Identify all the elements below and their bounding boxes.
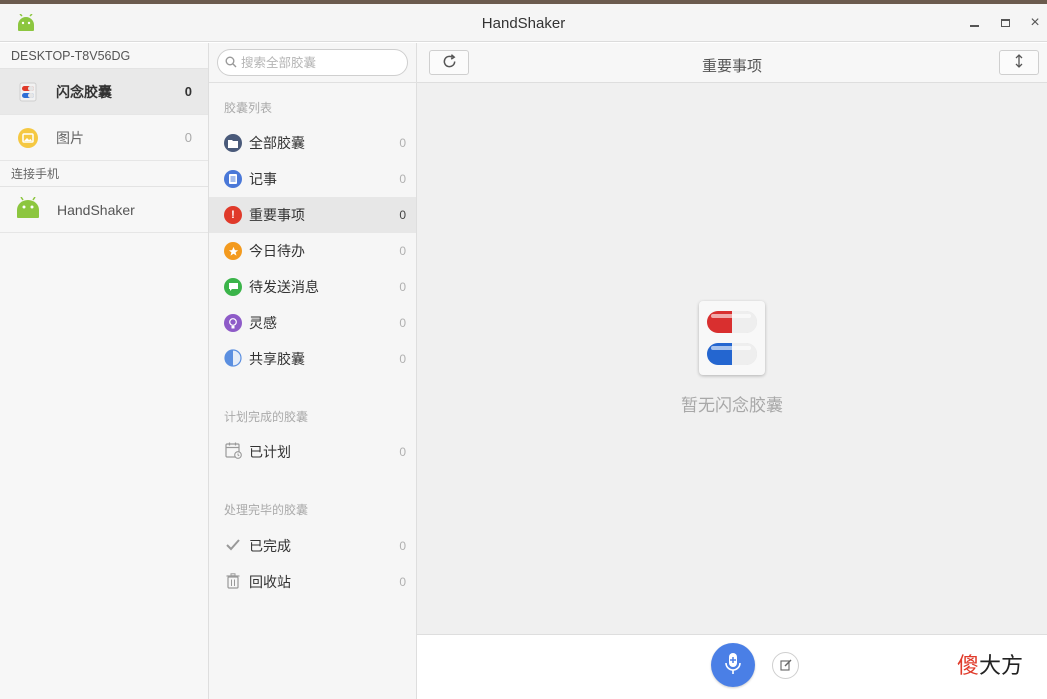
capsule-item-trash[interactable]: 回收站 0 [209, 564, 416, 600]
capsule-item-inspiration[interactable]: 灵感 0 [209, 305, 416, 341]
capsule-item-count: 0 [399, 244, 406, 258]
capsule-icon [17, 81, 39, 103]
phone-name: HandShaker [57, 201, 135, 218]
capsule-item-count: 0 [399, 136, 406, 150]
capsule-item-shared[interactable]: 共享胶囊 0 [209, 341, 416, 377]
capsule-illustration-icon [699, 301, 765, 375]
sidebar-item-label: 图片 [56, 129, 84, 146]
capsule-item-notes[interactable]: 记事 0 [209, 161, 416, 197]
capsule-item-important[interactable]: ! 重要事项 0 [209, 197, 416, 233]
capsule-item-label: 待发送消息 [249, 279, 319, 295]
voice-record-button[interactable] [711, 643, 755, 687]
capsule-item-label: 已计划 [249, 444, 291, 460]
minimize-icon [969, 25, 979, 27]
watermark-logo: 傻大方 [957, 648, 1023, 680]
capsule-item-count: 0 [399, 208, 406, 222]
close-icon: × [1030, 14, 1040, 31]
edit-icon [779, 658, 792, 674]
calendar-icon [224, 442, 242, 462]
title-bar: HandShaker × [0, 4, 1047, 42]
star-icon [224, 242, 242, 260]
message-icon [224, 278, 242, 296]
capsule-item-label: 全部胶囊 [249, 135, 305, 151]
capsule-item-all[interactable]: 全部胶囊 0 [209, 125, 416, 161]
close-button[interactable]: × [1024, 12, 1046, 34]
device-sidebar: DESKTOP-T8V56DG 闪念胶囊 0 图片 0 连接手机 HandSha… [0, 43, 209, 699]
capsule-item-label: 已完成 [249, 538, 291, 554]
divider [209, 82, 417, 83]
search-box[interactable] [217, 49, 408, 76]
capsule-item-label: 灵感 [249, 315, 277, 331]
done-section-title: 处理完毕的胶囊 [224, 503, 309, 517]
capsule-item-completed[interactable]: 已完成 0 [209, 528, 416, 564]
new-capsule-button[interactable] [772, 652, 799, 679]
device-name: DESKTOP-T8V56DG [0, 43, 208, 69]
bottom-toolbar: 傻大方 [417, 634, 1047, 699]
capsule-item-count: 0 [399, 445, 406, 459]
watermark-char: 傻 [957, 654, 980, 679]
capsule-list-pane: 胶囊列表 全部胶囊 0 记事 0 ! 重要事项 0 今日待办 0 待发送消息 0… [209, 43, 417, 699]
search-icon [225, 55, 237, 71]
bulb-icon [224, 314, 242, 332]
share-icon [224, 348, 242, 370]
check-icon [225, 538, 241, 555]
microphone-icon [724, 652, 742, 679]
capsule-item-count: 0 [399, 280, 406, 294]
capsule-item-count: 0 [399, 172, 406, 186]
capsule-item-planned[interactable]: 已计划 0 [209, 434, 416, 470]
sidebar-item-pictures[interactable]: 图片 0 [0, 115, 208, 161]
empty-message: 暂无闪念胶囊 [681, 396, 783, 415]
exclamation-icon: ! [224, 206, 242, 224]
maximize-icon [1000, 19, 1010, 27]
capsule-item-label: 记事 [249, 171, 277, 187]
capsule-item-count: 0 [399, 539, 406, 553]
sidebar-item-label: 闪念胶囊 [56, 83, 112, 100]
folder-icon [224, 134, 242, 152]
note-icon [224, 170, 242, 188]
picture-icon [17, 127, 39, 149]
sidebar-item-handshaker-phone[interactable]: HandShaker [0, 187, 208, 233]
trash-icon [226, 572, 240, 592]
capsule-item-label: 共享胶囊 [249, 351, 305, 367]
capsule-item-today-todo[interactable]: 今日待办 0 [209, 233, 416, 269]
maximize-button[interactable] [994, 12, 1016, 34]
sort-icon [1014, 53, 1024, 72]
capsule-detail-pane: 重要事项 暂无闪念胶囊 傻大方 [417, 43, 1047, 699]
window-title: HandShaker [481, 15, 566, 32]
capsule-item-label: 今日待办 [249, 243, 305, 259]
page-title: 重要事项 [701, 58, 762, 75]
minimize-button[interactable] [963, 12, 985, 34]
search-input[interactable] [241, 55, 401, 70]
capsule-list-title: 胶囊列表 [224, 101, 273, 115]
empty-state: 暂无闪念胶囊 [417, 301, 1047, 416]
sidebar-item-count: 0 [184, 130, 192, 145]
capsule-item-pending-messages[interactable]: 待发送消息 0 [209, 269, 416, 305]
capsule-item-label: 回收站 [249, 574, 291, 590]
planned-section-title: 计划完成的胶囊 [224, 410, 309, 424]
capsule-item-label: 重要事项 [249, 207, 305, 223]
content-toolbar: 重要事项 [417, 43, 1047, 83]
capsule-item-count: 0 [399, 352, 406, 366]
sidebar-item-count: 0 [184, 84, 192, 99]
sort-button[interactable] [999, 50, 1039, 75]
phone-section-title: 连接手机 [0, 161, 208, 187]
sidebar-item-capsules[interactable]: 闪念胶囊 0 [0, 69, 208, 115]
android-icon [15, 196, 41, 222]
capsule-item-count: 0 [399, 575, 406, 589]
watermark-text: 大方 [979, 654, 1024, 679]
capsule-item-count: 0 [399, 316, 406, 330]
